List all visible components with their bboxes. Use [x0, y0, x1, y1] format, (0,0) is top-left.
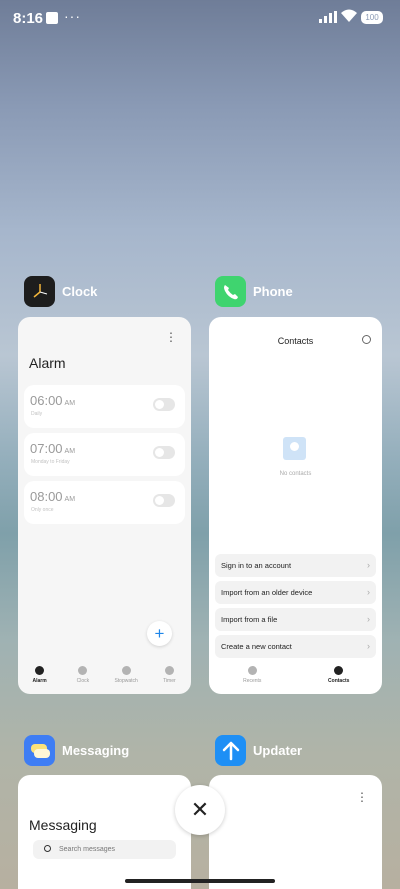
tab-contacts[interactable]: Contacts — [296, 658, 383, 694]
chevron-right-icon: › — [367, 560, 370, 570]
create-contact-option[interactable]: Create a new contact › — [215, 635, 376, 658]
tab-alarm[interactable]: Alarm — [18, 658, 61, 694]
alarm-item[interactable]: 06:00 AM Daily — [24, 385, 185, 428]
stopwatch-icon — [121, 666, 131, 675]
wifi-icon — [341, 9, 357, 22]
import-file-option[interactable]: Import from a file › — [215, 608, 376, 631]
clock-app-header[interactable]: Clock — [24, 276, 97, 307]
status-bar: 8:16 ··· 100 — [0, 0, 400, 36]
clock-app-name: Clock — [62, 284, 98, 299]
tab-recents[interactable]: Recents — [209, 658, 296, 694]
tab-stopwatch[interactable]: Stopwatch — [105, 658, 148, 694]
updater-app-card[interactable]: ⋮ — [209, 775, 382, 889]
alarm-toggle[interactable] — [153, 494, 175, 507]
alarm-title: Alarm — [29, 355, 66, 371]
more-notifications-icon: ··· — [64, 8, 81, 24]
chevron-right-icon: › — [367, 587, 370, 597]
battery-icon: 100 — [361, 11, 383, 24]
phone-icon — [247, 666, 257, 675]
updater-app-header[interactable]: Updater — [215, 735, 302, 766]
messaging-title: Messaging — [29, 817, 97, 833]
search-messages-input[interactable]: Search messages — [33, 840, 176, 859]
settings-icon[interactable] — [362, 335, 371, 344]
alarm-toggle[interactable] — [153, 446, 175, 459]
import-older-device-option[interactable]: Import from an older device › — [215, 581, 376, 604]
clock-bottom-nav: Alarm Clock Stopwatch Timer — [18, 658, 191, 694]
messaging-app-card[interactable]: Messaging Search messages — [18, 775, 191, 889]
add-alarm-button[interactable]: + — [147, 621, 172, 646]
tab-timer[interactable]: Timer — [148, 658, 191, 694]
timer-icon — [164, 666, 174, 675]
phone-app-name: Phone — [253, 284, 293, 299]
contacts-title: Contacts — [277, 336, 314, 346]
updater-app-icon — [215, 735, 246, 766]
messaging-app-name: Messaging — [62, 743, 130, 758]
contact-placeholder-icon — [283, 437, 306, 460]
phone-bottom-nav: Recents Contacts — [209, 658, 382, 694]
phone-app-card[interactable]: Contacts No contacts Sign in to an accou… — [209, 317, 382, 694]
close-all-button[interactable]: ✕ — [175, 785, 225, 835]
sign-in-option[interactable]: Sign in to an account › — [215, 554, 376, 577]
signal-icon — [319, 11, 337, 23]
alarm-toggle[interactable] — [153, 398, 175, 411]
home-indicator[interactable] — [125, 879, 275, 883]
search-icon — [44, 845, 51, 852]
chevron-right-icon: › — [367, 614, 370, 624]
status-time: 8:16 — [13, 10, 44, 27]
updater-app-name: Updater — [253, 743, 303, 758]
messaging-app-icon — [24, 735, 55, 766]
alarm-item[interactable]: 08:00 AM Only once — [24, 481, 185, 524]
more-options-icon[interactable]: ⋮ — [356, 791, 368, 803]
phone-app-header[interactable]: Phone — [215, 276, 293, 307]
more-options-icon[interactable]: ⋮ — [165, 331, 177, 343]
messaging-app-header[interactable]: Messaging — [24, 735, 129, 766]
tab-clock[interactable]: Clock — [61, 658, 104, 694]
alarm-icon — [35, 666, 45, 675]
notification-icon — [46, 12, 58, 24]
person-icon — [334, 666, 344, 675]
no-contacts-text: No contacts — [279, 471, 312, 477]
clock-icon — [78, 666, 88, 675]
chevron-right-icon: › — [367, 641, 370, 651]
clock-app-icon — [24, 276, 55, 307]
phone-app-icon — [215, 276, 246, 307]
clock-app-card[interactable]: ⋮ Alarm 06:00 AM Daily 07:00 AM Monday to … — [18, 317, 191, 694]
alarm-item[interactable]: 07:00 AM Monday to Friday — [24, 433, 185, 476]
